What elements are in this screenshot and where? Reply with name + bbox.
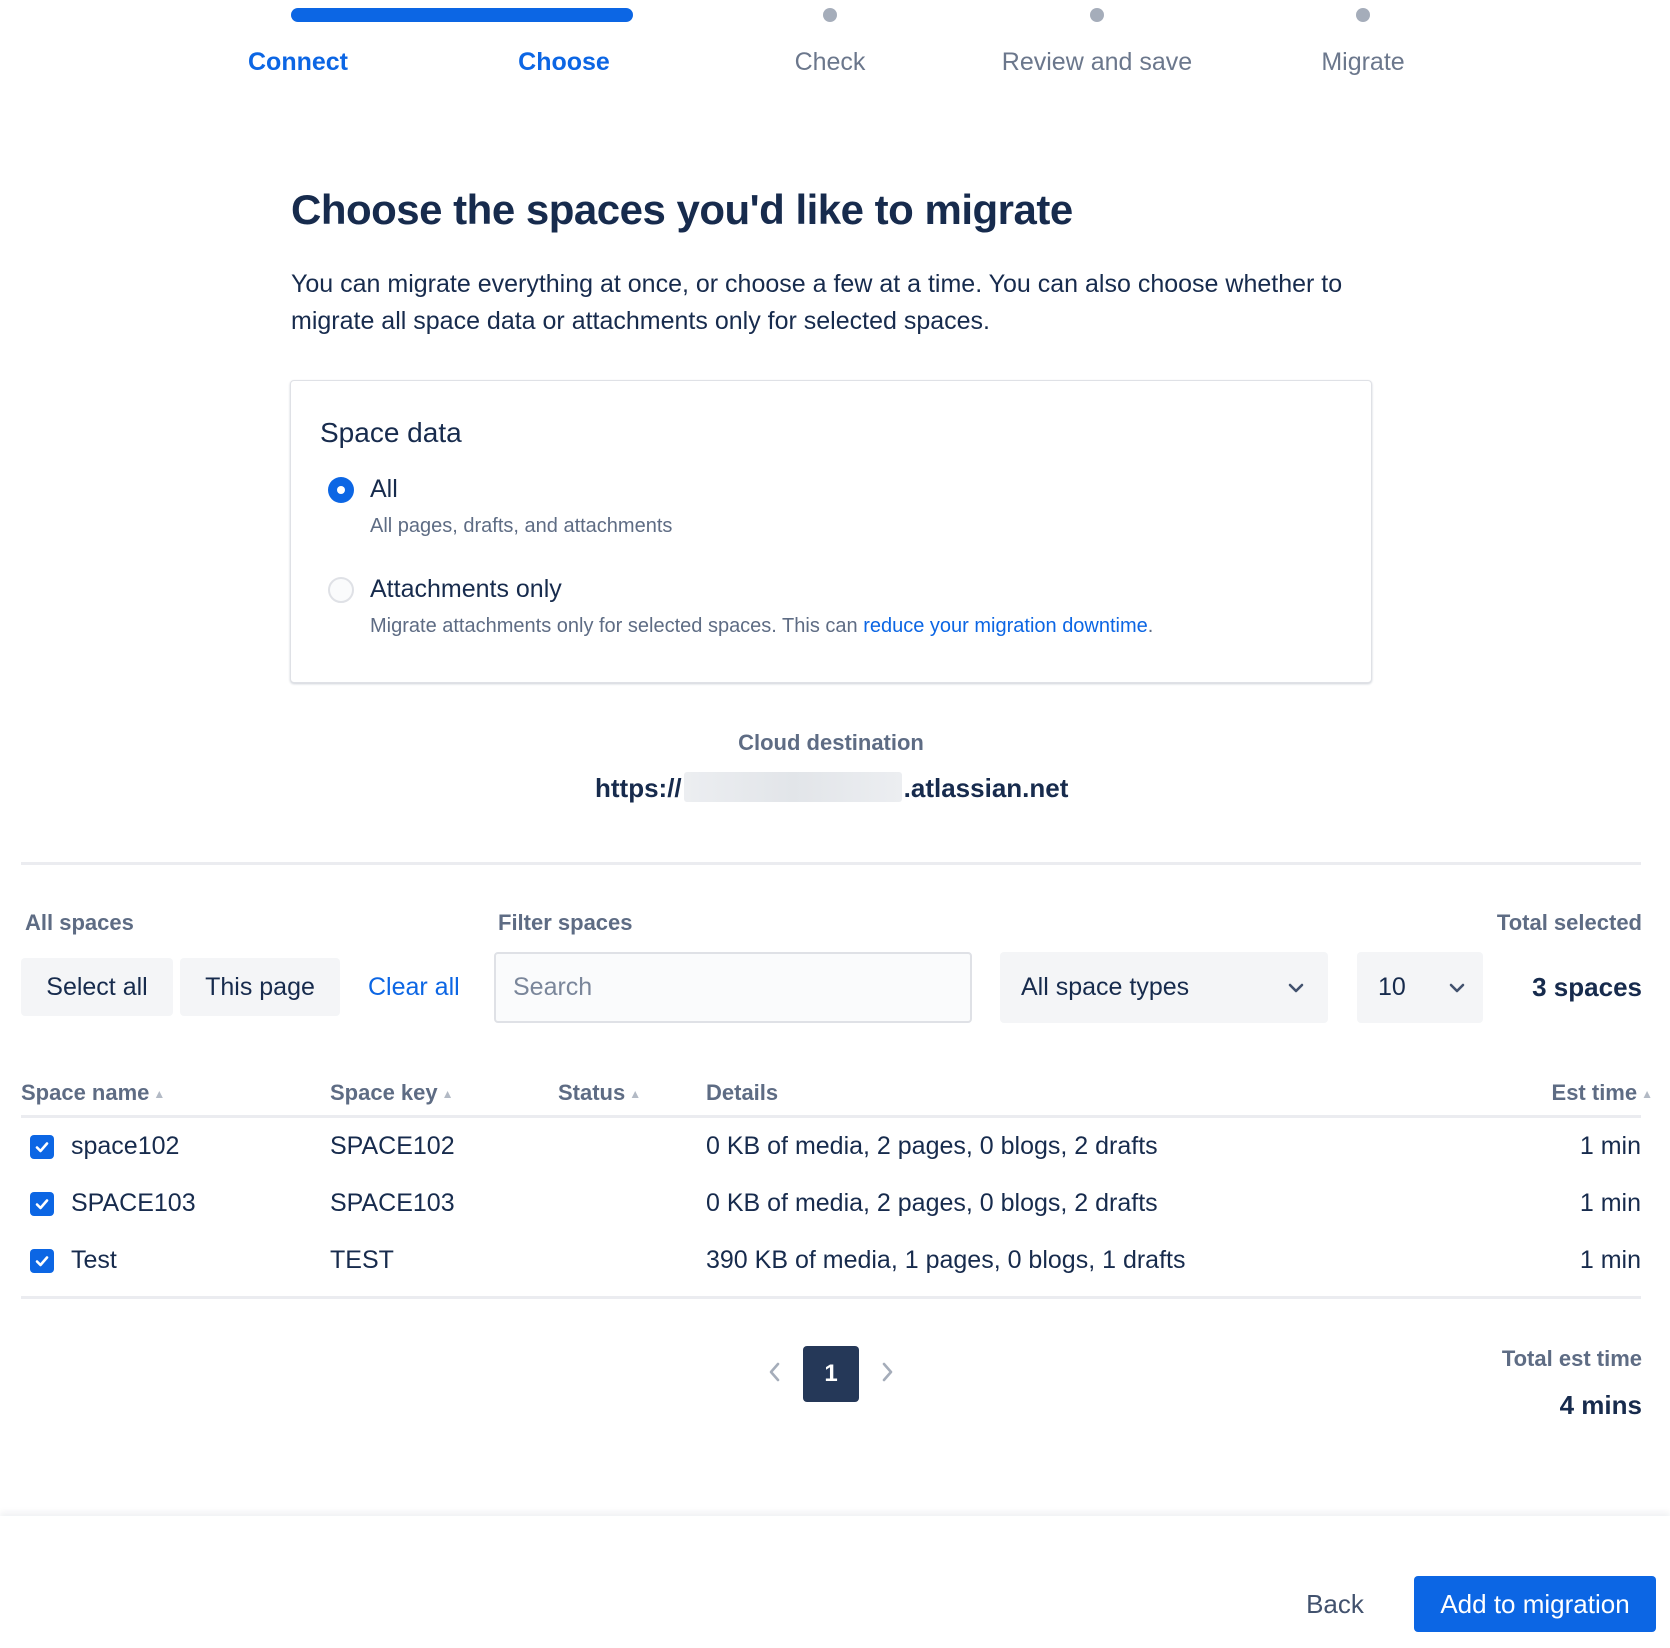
table-row: Test TEST 390 KB of media, 1 pages, 0 bl… xyxy=(21,1234,1641,1291)
step-check: Check xyxy=(794,48,866,76)
url-prefix: https:// xyxy=(595,773,682,803)
option-all-description: All pages, drafts, and attachments xyxy=(370,515,673,537)
chevron-down-icon xyxy=(1449,983,1465,993)
step-dot-migrate xyxy=(1356,8,1370,22)
step-connect[interactable]: Connect xyxy=(178,48,418,77)
row-checkbox[interactable] xyxy=(30,1249,54,1273)
all-spaces-label: All spaces xyxy=(25,910,134,935)
column-space-name[interactable]: Space name ▲︎ xyxy=(21,1080,165,1106)
page-size-select[interactable]: 10 xyxy=(1357,952,1483,1023)
space-name: space102 xyxy=(71,1132,180,1160)
footer-bar: Back Add to migration xyxy=(0,1516,1670,1648)
column-details: Details xyxy=(706,1080,779,1105)
search-input[interactable]: Search xyxy=(494,952,972,1023)
table-row: space102 SPACE102 0 KB of media, 2 pages… xyxy=(21,1120,1641,1177)
step-dot-review xyxy=(1090,8,1104,22)
sort-icon: ▲︎ xyxy=(629,1087,642,1101)
space-key: SPACE103 xyxy=(330,1189,455,1217)
space-type-value: All space types xyxy=(1021,973,1190,1001)
add-to-migration-button[interactable]: Add to migration xyxy=(1414,1576,1656,1632)
chevron-down-icon xyxy=(1288,983,1304,993)
cloud-destination-label: Cloud destination xyxy=(738,730,924,755)
space-type-select[interactable]: All space types xyxy=(1000,952,1328,1023)
select-all-button[interactable]: Select all xyxy=(21,958,173,1016)
cloud-destination-url: https:// .atlassian.net xyxy=(595,772,1068,804)
step-review-and-save: Review and save xyxy=(1001,48,1193,76)
sort-icon: ▲︎ xyxy=(441,1087,454,1101)
progress-tracker: Connect Choose Check Review and save Mig… xyxy=(0,0,1670,110)
reduce-downtime-link[interactable]: reduce your migration downtime xyxy=(863,615,1148,637)
space-name: SPACE103 xyxy=(71,1189,196,1217)
space-name: Test xyxy=(71,1246,117,1274)
column-est-time[interactable]: Est time ▲︎ xyxy=(1552,1080,1653,1106)
step-dot-check xyxy=(823,8,837,22)
column-space-key[interactable]: Space key ▲︎ xyxy=(330,1080,454,1106)
step-choose[interactable]: Choose xyxy=(444,48,684,77)
table-row: SPACE103 SPACE103 0 KB of media, 2 pages… xyxy=(21,1177,1641,1234)
space-details: 0 KB of media, 2 pages, 0 blogs, 2 draft… xyxy=(706,1189,1158,1217)
radio-attachments-only[interactable] xyxy=(328,577,354,603)
page-number-current[interactable]: 1 xyxy=(803,1346,859,1402)
this-page-button[interactable]: This page xyxy=(180,958,340,1016)
option-all-label[interactable]: All xyxy=(370,475,398,504)
row-checkbox[interactable] xyxy=(30,1135,54,1159)
back-button[interactable]: Back xyxy=(1294,1576,1376,1632)
radio-all[interactable] xyxy=(328,477,354,503)
option-attachments-label[interactable]: Attachments only xyxy=(370,575,562,604)
url-suffix: .atlassian.net xyxy=(903,773,1069,803)
total-est-time-label: Total est time xyxy=(1501,1346,1642,1371)
redacted-site-name xyxy=(683,772,902,802)
chevron-left-icon[interactable] xyxy=(764,1358,786,1386)
table-bottom-divider xyxy=(21,1296,1641,1299)
space-est-time: 1 min xyxy=(1579,1132,1641,1160)
sort-icon: ▲︎ xyxy=(153,1087,166,1101)
sort-icon: ▲︎ xyxy=(1641,1087,1653,1101)
filter-spaces-label: Filter spaces xyxy=(498,910,633,935)
column-space-name-label: Space name xyxy=(21,1080,150,1105)
space-details: 390 KB of media, 1 pages, 0 blogs, 1 dra… xyxy=(706,1246,1186,1274)
option-attachments-description: Migrate attachments only for selected sp… xyxy=(370,615,1153,638)
column-status[interactable]: Status ▲︎ xyxy=(558,1080,641,1106)
total-est-time-value: 4 mins xyxy=(1559,1390,1642,1420)
progress-bar-fill xyxy=(291,8,633,22)
space-est-time: 1 min xyxy=(1579,1189,1641,1217)
option-attachments-text-end: . xyxy=(1147,615,1154,637)
space-est-time: 1 min xyxy=(1579,1246,1641,1274)
total-selected-value: 3 spaces xyxy=(1532,972,1642,1002)
chevron-right-icon[interactable] xyxy=(876,1358,898,1386)
total-selected-label: Total selected xyxy=(1496,910,1642,935)
column-est-time-label: Est time xyxy=(1551,1080,1638,1105)
column-space-key-label: Space key xyxy=(330,1080,438,1105)
space-key: SPACE102 xyxy=(330,1132,455,1160)
column-status-label: Status xyxy=(558,1080,626,1105)
page-description: You can migrate everything at once, or c… xyxy=(291,270,1343,335)
page-title: Choose the spaces you'd like to migrate xyxy=(291,186,1073,233)
step-migrate: Migrate xyxy=(1321,48,1405,76)
table-header-divider xyxy=(21,1115,1641,1118)
section-divider xyxy=(21,862,1641,865)
check-icon xyxy=(35,1256,49,1267)
option-attachments-text: Migrate attachments only for selected sp… xyxy=(370,615,864,637)
page-size-value: 10 xyxy=(1378,973,1406,1001)
space-key: TEST xyxy=(330,1246,394,1274)
row-checkbox[interactable] xyxy=(30,1192,54,1216)
clear-all-button[interactable]: Clear all xyxy=(368,958,460,1016)
check-icon xyxy=(35,1142,49,1153)
space-details: 0 KB of media, 2 pages, 0 blogs, 2 draft… xyxy=(706,1132,1158,1160)
space-data-card: Space data All All pages, drafts, and at… xyxy=(290,380,1372,683)
space-data-title: Space data xyxy=(320,417,462,448)
check-icon xyxy=(35,1199,49,1210)
